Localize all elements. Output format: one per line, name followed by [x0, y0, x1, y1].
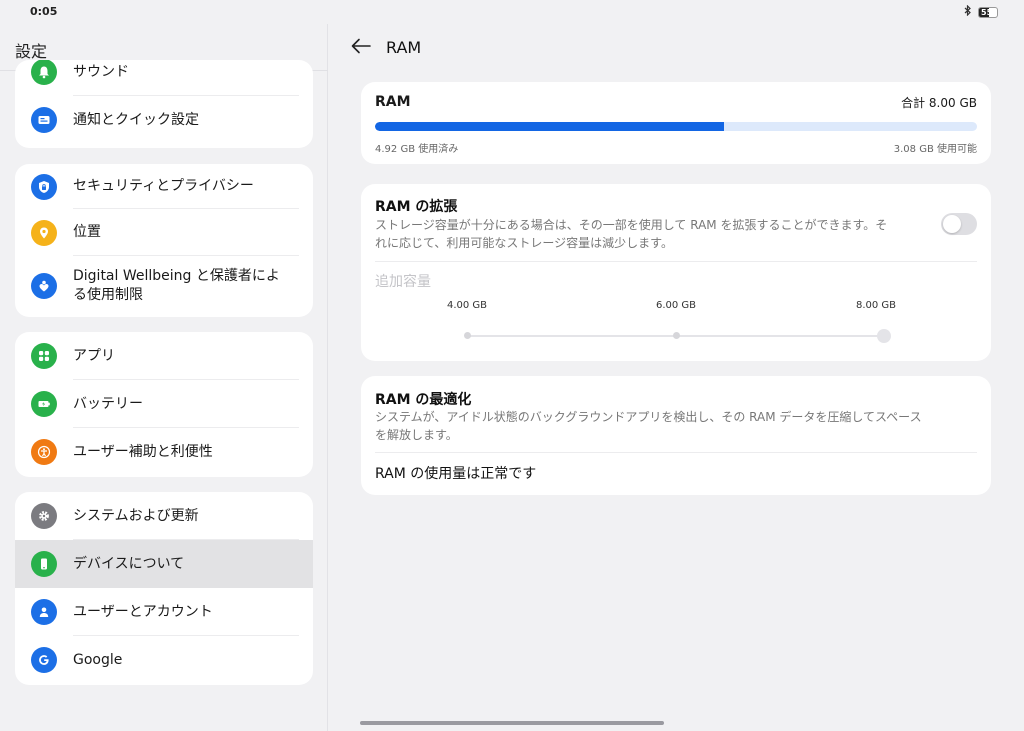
sidebar-item-label: ユーザー補助と利便性 [73, 443, 213, 460]
sidebar-item-users-accounts[interactable]: ユーザーとアカウント [15, 588, 313, 636]
sidebar-title: 設定 [15, 42, 48, 61]
ram-usage-bar [375, 122, 977, 131]
sidebar-item-label: システムおよび更新 [73, 507, 199, 524]
sidebar-item-accessibility[interactable]: ユーザー補助と利便性 [15, 428, 313, 476]
sidebar-item-google[interactable]: Google [15, 636, 313, 684]
sidebar-item-apps[interactable]: アプリ [15, 332, 313, 380]
sidebar-item-label: デバイスについて [73, 555, 185, 572]
toggle-knob [943, 215, 961, 233]
accessibility-icon [31, 439, 57, 465]
sidebar-item-label: バッテリー [73, 395, 143, 412]
capacity-option-label: 6.00 GB [655, 300, 697, 311]
location-pin-icon [31, 219, 57, 246]
sidebar-item-location[interactable]: 位置 [15, 209, 313, 256]
divider [375, 452, 977, 453]
ram-detail-pane: RAM RAM 合計 8.00 GB 4.92 GB 使用済み 3.08 GB … [329, 24, 1024, 731]
ram-expansion-title: RAM の拡張 [375, 199, 458, 215]
ram-available-label: 3.08 GB 使用可能 [893, 144, 977, 155]
capacity-slider-thumb[interactable] [877, 329, 891, 343]
ram-total: 合計 8.00 GB [901, 96, 977, 110]
phone-icon [31, 551, 57, 577]
additional-capacity-label: 追加容量 [375, 274, 431, 290]
sidebar-item-label: アプリ [73, 347, 115, 364]
apps-grid-icon [31, 343, 57, 369]
ram-expansion-description-line1: ストレージ容量が十分にある場合は、その一部を使用して RAM を拡張することがで… [375, 218, 888, 232]
sidebar-item-sound[interactable]: サウンド [15, 60, 313, 96]
google-icon [31, 647, 57, 673]
capacity-slider-stop [464, 332, 471, 339]
settings-group-4: システムおよび更新 デバイスについて ユーザーとアカウント Google [15, 492, 313, 685]
sidebar-item-security[interactable]: セキュリティとプライバシー [15, 164, 313, 209]
capacity-slider-stop [673, 332, 680, 339]
page-title: RAM [386, 38, 422, 57]
sidebar-item-digital-wellbeing[interactable]: Digital Wellbeing と保護者による使用制限 [15, 256, 313, 316]
battery-level: 55 [981, 7, 993, 17]
ram-optimization-description-line1: システムが、アイドル状態のバックグラウンドアプリを検出し、その RAM データを… [375, 410, 922, 424]
heart-person-icon [31, 273, 57, 299]
divider [375, 261, 977, 262]
battery-icon: 55 [978, 6, 998, 18]
sidebar-item-notifications[interactable]: 通知とクイック設定 [15, 96, 313, 144]
sidebar-item-label: Digital Wellbeing と保護者による使用制限 [73, 268, 280, 303]
status-time: 0:05 [30, 5, 58, 18]
sidebar-item-label: サウンド [73, 63, 129, 80]
ram-usage-status: RAM の使用量は正常です [375, 466, 537, 482]
gear-icon [31, 503, 57, 529]
sidebar-item-battery[interactable]: バッテリー [15, 380, 313, 428]
ram-usage-card: RAM 合計 8.00 GB 4.92 GB 使用済み 3.08 GB 使用可能 [361, 82, 991, 164]
ram-expansion-description-line2: れに応じて、利用可能なストレージ容量は減少します。 [375, 236, 673, 250]
bell-icon [31, 60, 57, 85]
status-icons: 55 [964, 4, 998, 19]
settings-group-1: サウンド 通知とクイック設定 [15, 60, 313, 148]
ram-optimization-card: RAM の最適化 システムが、アイドル状態のバックグラウンドアプリを検出し、その… [361, 376, 991, 495]
ram-expansion-card: RAM の拡張 ストレージ容量が十分にある場合は、その一部を使用して RAM を… [361, 184, 991, 361]
back-arrow-icon[interactable] [349, 35, 373, 57]
user-icon [31, 599, 57, 625]
sidebar-item-label: セキュリティとプライバシー [73, 178, 254, 194]
ram-label: RAM [375, 94, 411, 110]
sidebar-item-label: 通知とクイック設定 [73, 111, 199, 128]
capacity-option-label: 4.00 GB [446, 300, 488, 311]
sidebar-item-system-update[interactable]: システムおよび更新 [15, 492, 313, 540]
home-indicator[interactable] [360, 721, 664, 725]
capacity-option-label: 8.00 GB [855, 300, 897, 311]
settings-group-3: アプリ バッテリー ユーザー補助と利便性 [15, 332, 313, 477]
ram-used-label: 4.92 GB 使用済み [375, 144, 459, 155]
settings-sidebar: 設定 サウンド 通知とクイック設定 セキュリティとプライバシー 位置 Digit… [0, 24, 328, 731]
ram-expansion-toggle[interactable] [941, 213, 977, 235]
sidebar-item-label: ユーザーとアカウント [73, 603, 213, 620]
notification-icon [31, 107, 57, 133]
sidebar-item-label: 位置 [73, 224, 101, 240]
sidebar-item-label: Google [73, 651, 123, 668]
status-bar: 0:05 55 [0, 0, 1024, 24]
bluetooth-icon [964, 4, 972, 19]
ram-optimization-title: RAM の最適化 [375, 392, 472, 408]
ram-usage-bar-fill [375, 122, 725, 131]
shield-lock-icon [31, 173, 57, 200]
ram-optimization-description-line2: を解放します。 [375, 428, 458, 442]
sidebar-item-about-device[interactable]: デバイスについて [15, 540, 313, 588]
battery-icon [31, 391, 57, 417]
settings-group-2: セキュリティとプライバシー 位置 Digital Wellbeing と保護者に… [15, 164, 313, 317]
